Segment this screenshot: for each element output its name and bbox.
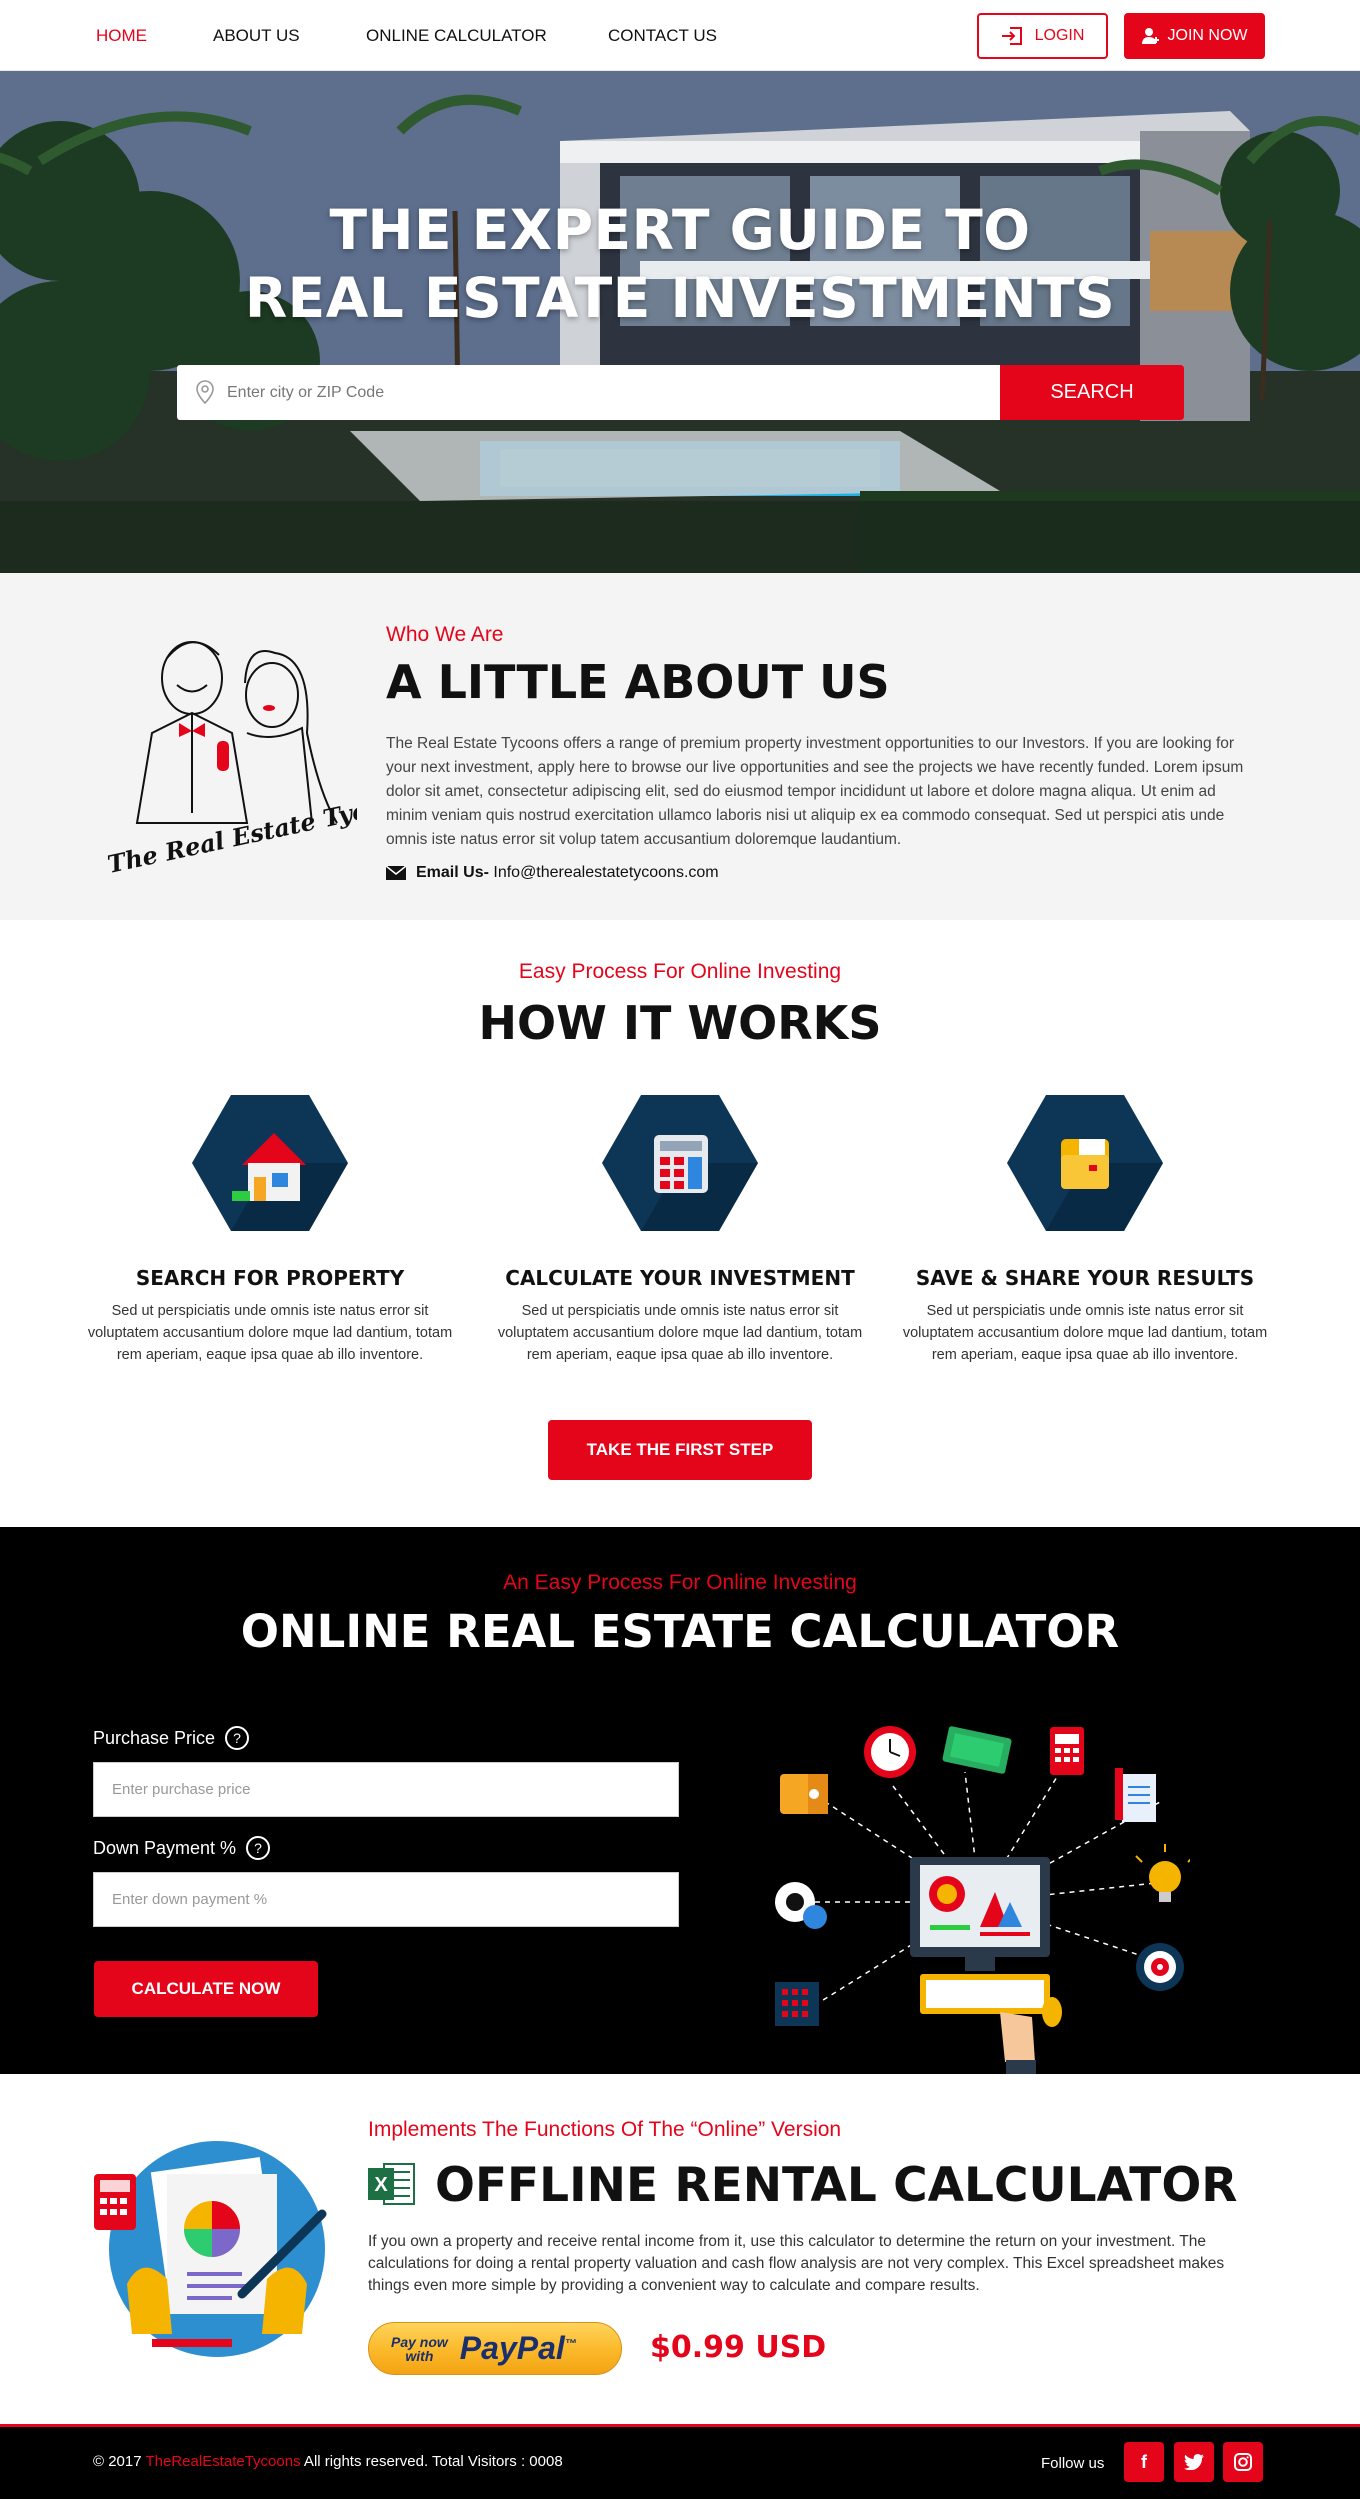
paypal-logo: PayPal — [459, 2330, 565, 2366]
logo-script-text: The Real Estate Tycoons — [105, 782, 357, 878]
purchase-price-input[interactable] — [93, 1762, 679, 1817]
login-label: LOGIN — [1034, 27, 1085, 44]
purchase-price-label: Purchase Price ? — [93, 1726, 250, 1750]
paypal-with: with — [405, 2347, 434, 2364]
real-estate-tycoons-logo: The Real Estate Tycoons — [105, 641, 357, 879]
how-title: HOW IT WORKS — [478, 996, 882, 1050]
step-calculate-investment: CALCULATE YOUR INVESTMENT Sed ut perspic… — [490, 1095, 870, 1366]
online-calculator-section: An Easy Process For Online Investing ONL… — [0, 1527, 1360, 2090]
email-address[interactable]: Info@therealestatetycoons.com — [493, 864, 718, 881]
hero-title: THE EXPERT GUIDE TO REAL ESTATE INVESTME… — [0, 196, 1360, 332]
email-label: Email Us- — [416, 864, 489, 881]
calculator-title: ONLINE REAL ESTATE CALCULATOR — [240, 1605, 1120, 1658]
join-now-button[interactable]: JOIN NOW — [1124, 13, 1265, 59]
offline-calculator-section: Implements The Functions Of The “Online”… — [0, 2074, 1360, 2424]
paypal-trademark: ™ — [564, 2336, 577, 2351]
step-save-share: SAVE & SHARE YOUR RESULTS Sed ut perspic… — [895, 1095, 1275, 1366]
instagram-icon[interactable] — [1223, 2442, 1263, 2482]
calculator-subtitle: An Easy Process For Online Investing — [503, 1571, 857, 1594]
user-add-icon — [1141, 28, 1159, 44]
down-payment-help-icon[interactable]: ? — [246, 1836, 271, 1860]
top-navbar: HOME ABOUT US ONLINE CALCULATOR CONTACT … — [0, 0, 1360, 71]
paypal-button[interactable]: Pay now with PayPal™ — [368, 2322, 622, 2375]
step-3-title: SAVE & SHARE YOUR RESULTS — [915, 1266, 1255, 1290]
instagram-camera-icon — [1234, 2453, 1252, 2471]
footer-brand-link[interactable]: TheRealEstateTycoons — [146, 2453, 301, 2470]
location-pin-icon — [196, 380, 214, 404]
excel-icon: X — [368, 2163, 415, 2205]
email-contact[interactable]: Email Us- Info@therealestatetycoons.com — [386, 864, 719, 882]
about-subtitle: Who We Are — [386, 623, 504, 646]
hero-title-line-2: REAL ESTATE INVESTMENTS — [244, 266, 1116, 330]
take-first-step-button[interactable]: TAKE THE FIRST STEP — [548, 1420, 812, 1480]
step-2-text: Sed ut perspiciatis unde omnis iste natu… — [497, 1303, 863, 1363]
envelope-icon — [386, 866, 406, 880]
step-1-title: SEARCH FOR PROPERTY — [135, 1266, 405, 1290]
folder-icon — [1007, 1095, 1163, 1231]
calculate-now-button[interactable]: CALCULATE NOW — [94, 1961, 318, 2017]
purchase-help-icon[interactable]: ? — [225, 1726, 250, 1750]
down-payment-label: Down Payment % ? — [93, 1836, 271, 1860]
join-label: JOIN NOW — [1167, 27, 1248, 44]
nav-contact-link[interactable]: CONTACT US — [608, 26, 717, 46]
search-bar: SEARCH — [177, 365, 1184, 420]
how-subtitle: Easy Process For Online Investing — [518, 960, 842, 983]
twitter-bird-icon — [1184, 2454, 1204, 2470]
twitter-icon[interactable] — [1174, 2442, 1214, 2482]
nav-home-link[interactable]: HOME — [96, 26, 147, 46]
offline-title: OFFLINE RENTAL CALCULATOR — [435, 2158, 1238, 2213]
about-description: The Real Estate Tycoons offers a range o… — [386, 735, 1244, 848]
hero-title-line-1: THE EXPERT GUIDE TO — [329, 198, 1031, 262]
price-label: $0.99 USD — [650, 2330, 827, 2365]
calculator-icon — [602, 1095, 758, 1231]
spreadsheet-illustration — [94, 2141, 327, 2357]
login-button[interactable]: LOGIN — [977, 13, 1108, 59]
house-icon — [192, 1095, 348, 1231]
step-3-text: Sed ut perspiciatis unde omnis iste natu… — [902, 1303, 1268, 1363]
facebook-icon[interactable]: f — [1124, 2442, 1164, 2482]
down-payment-input[interactable] — [93, 1872, 679, 1927]
finance-infographic-illustration — [775, 1726, 1190, 2090]
how-it-works-section: Easy Process For Online Investing HOW IT… — [0, 920, 1360, 1527]
copyright-text: © 2017 TheRealEstateTycoons All rights r… — [93, 2453, 563, 2470]
follow-us-label: Follow us — [1041, 2455, 1105, 2472]
login-icon — [1001, 27, 1022, 45]
search-button[interactable]: SEARCH — [1000, 365, 1184, 420]
nav-calculator-link[interactable]: ONLINE CALCULATOR — [366, 26, 547, 46]
offline-description: If you own a property and receive rental… — [368, 2233, 1225, 2294]
offline-subtitle: Implements The Functions Of The “Online”… — [368, 2118, 842, 2141]
nav-about-link[interactable]: ABOUT US — [213, 26, 300, 46]
step-2-title: CALCULATE YOUR INVESTMENT — [505, 1266, 855, 1290]
hero-banner: THE EXPERT GUIDE TO REAL ESTATE INVESTME… — [0, 71, 1360, 573]
footer: © 2017 TheRealEstateTycoons All rights r… — [0, 2424, 1360, 2499]
about-title: A LITTLE ABOUT US — [386, 655, 890, 709]
step-search-property: SEARCH FOR PROPERTY Sed ut perspiciatis … — [80, 1095, 460, 1366]
excel-letter: X — [374, 2174, 388, 2196]
step-1-text: Sed ut perspiciatis unde omnis iste natu… — [87, 1303, 453, 1363]
about-section: The Real Estate Tycoons Who We Are A LIT… — [0, 573, 1360, 920]
